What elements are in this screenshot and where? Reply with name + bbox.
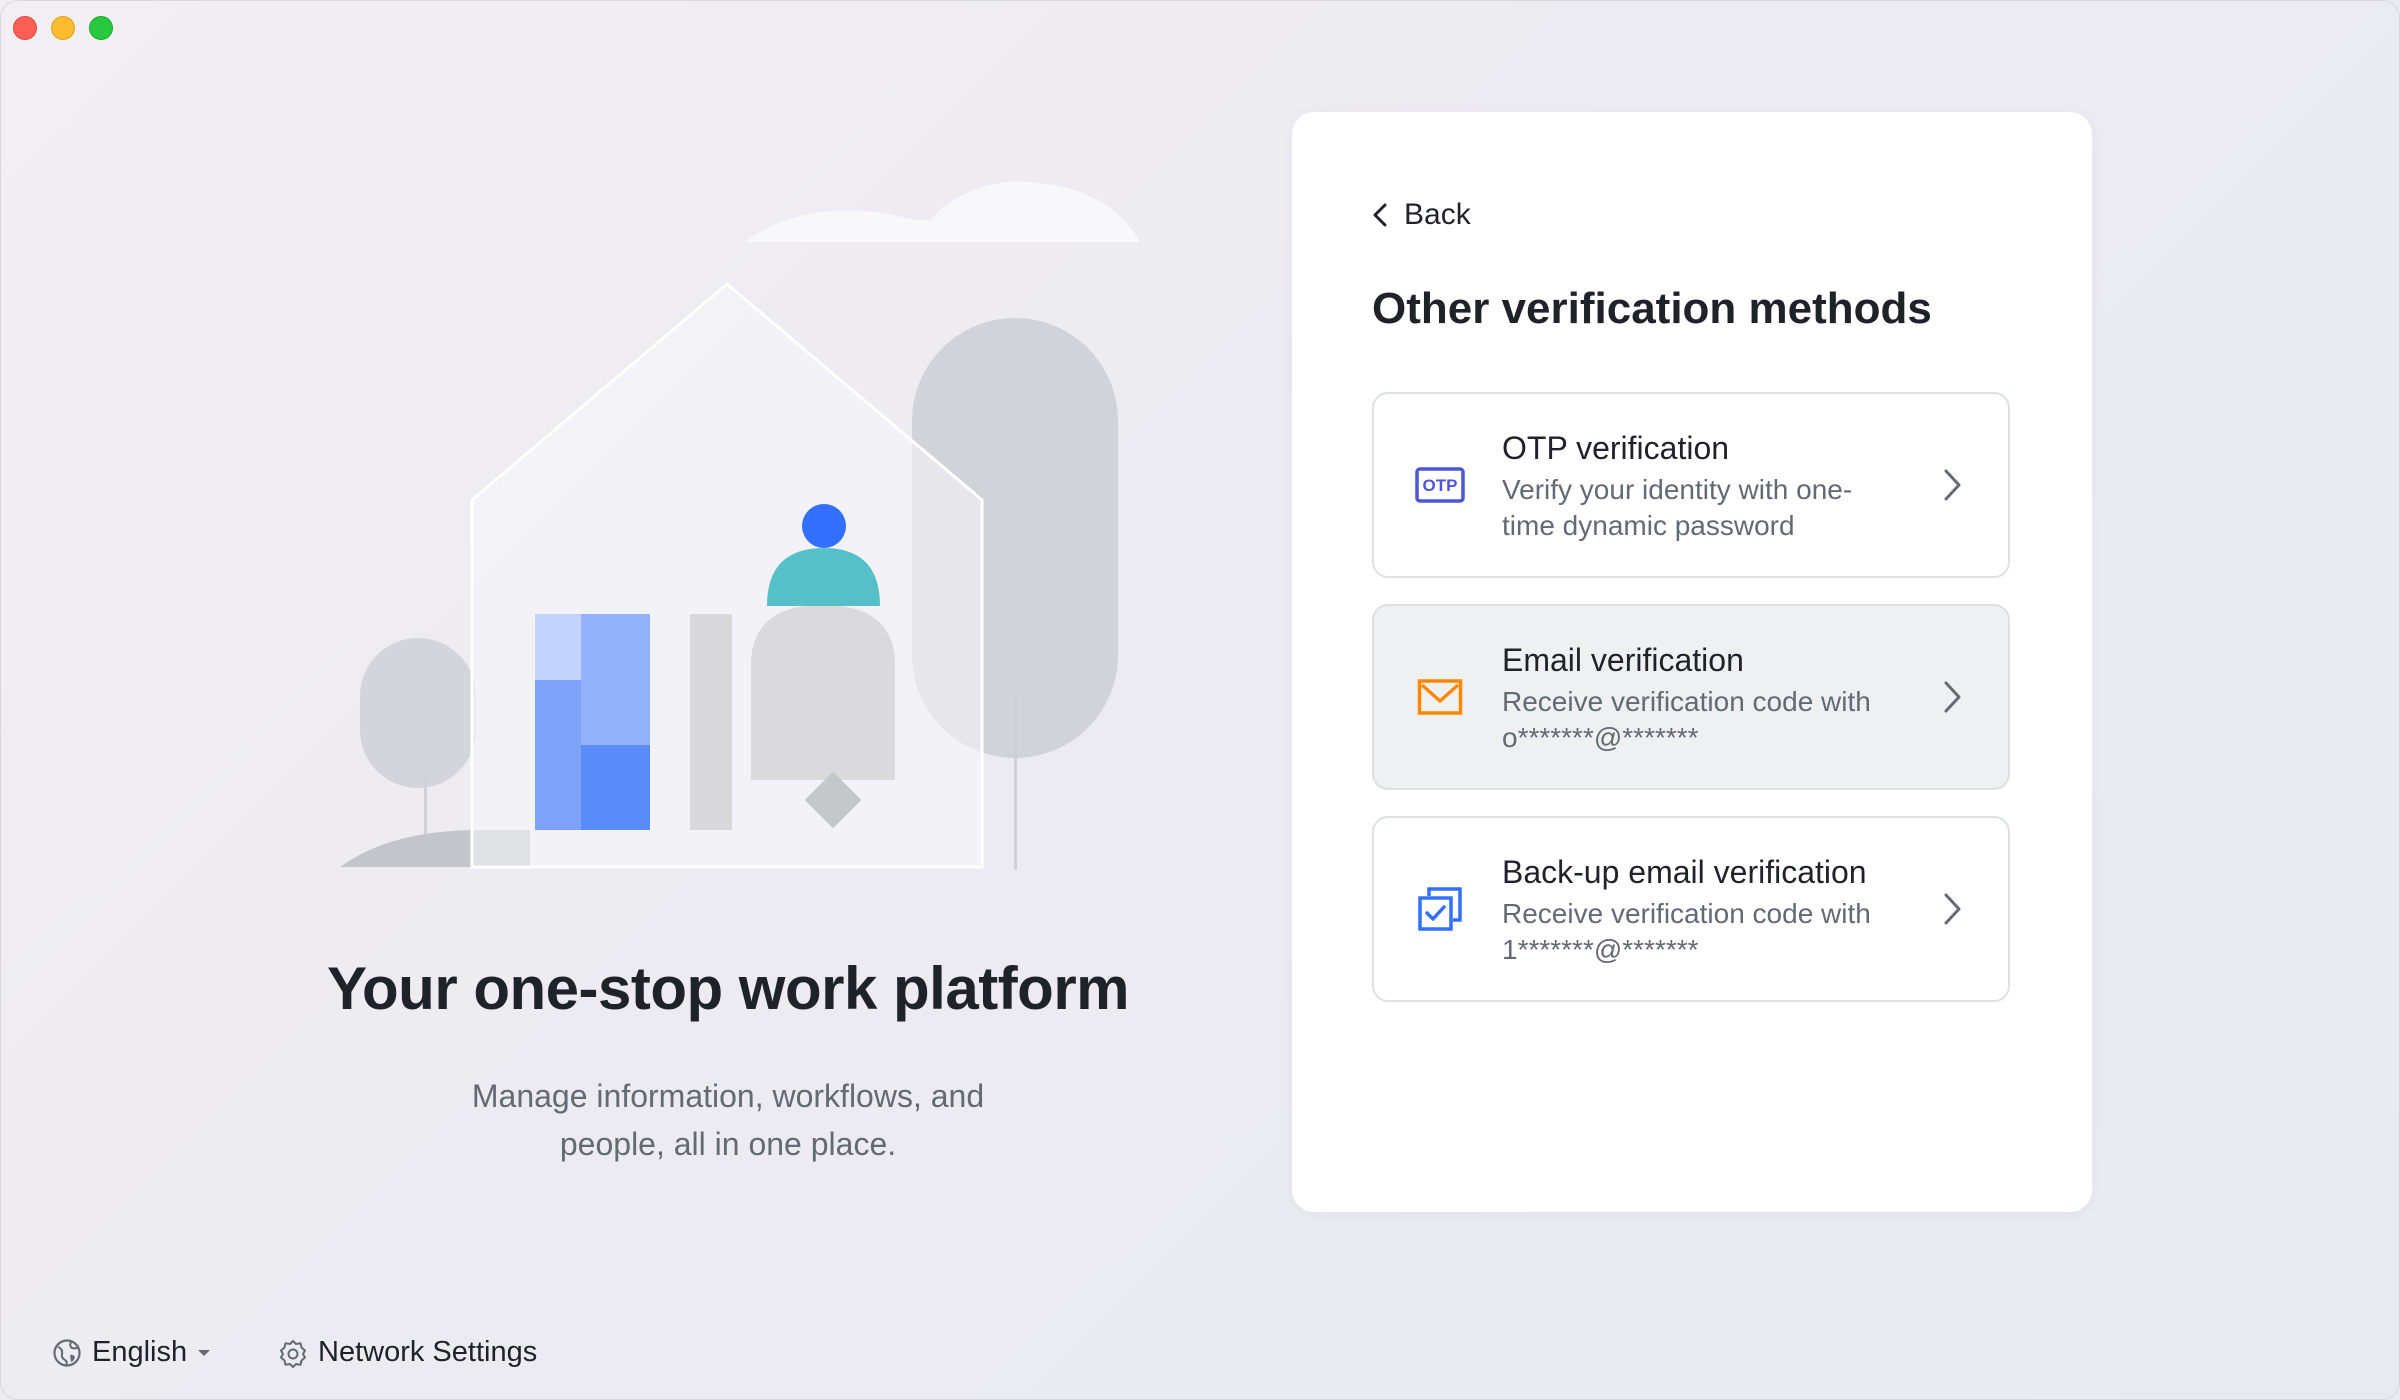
language-label: English	[92, 1336, 188, 1368]
verification-card: Back Other verification methods OTP OTP …	[1292, 112, 2092, 1212]
email-verification-option[interactable]: Email verification Receive verification …	[1372, 604, 2010, 790]
minimize-window-button[interactable]	[51, 16, 75, 40]
method-description: Receive verification code with 1*******@…	[1502, 896, 1922, 968]
caret-down-icon	[198, 1349, 211, 1356]
house-illustration	[340, 181, 1140, 870]
tree-left-shape	[360, 638, 476, 855]
cloud-shape	[745, 181, 1140, 242]
method-title: Email verification	[1502, 642, 1744, 678]
network-settings-button[interactable]: Network Settings	[278, 1336, 537, 1369]
close-window-button[interactable]	[13, 16, 37, 40]
back-label: Back	[1404, 198, 1471, 231]
method-description: Verify your identity with one- time dyna…	[1502, 472, 1922, 544]
panel-title: Other verification methods	[1372, 284, 1932, 333]
window-controls	[13, 16, 113, 40]
back-button[interactable]: Back	[1372, 198, 1471, 232]
method-description-line: Receive verification code with	[1502, 898, 1871, 929]
method-description-line: Verify your identity with one-	[1502, 474, 1853, 505]
hero-subtext: Manage information, workflows, and peopl…	[0, 1072, 1456, 1168]
gear-icon	[280, 1339, 306, 1368]
chevron-right-icon	[1944, 893, 1961, 925]
method-description-line: o*******@*******	[1502, 722, 1699, 753]
hero-subtext-line: people, all in one place.	[559, 1126, 897, 1162]
otp-verification-option[interactable]: OTP OTP verification Verify your identit…	[1372, 392, 2010, 578]
method-description: Receive verification code with o*******@…	[1502, 684, 1922, 756]
otp-icon-text: OTP	[1423, 476, 1458, 495]
chevron-right-icon	[1944, 681, 1961, 713]
hero-headline: Your one-stop work platform	[326, 955, 1130, 1022]
language-selector[interactable]: English	[52, 1336, 211, 1369]
network-settings-label: Network Settings	[318, 1336, 538, 1368]
method-description-line: Receive verification code with	[1502, 686, 1871, 717]
globe-icon	[53, 1338, 81, 1367]
maximize-window-button[interactable]	[89, 16, 113, 40]
chevron-left-icon	[1373, 203, 1387, 227]
door-blocks	[535, 614, 732, 830]
method-description-line: time dynamic password	[1502, 510, 1795, 541]
backup-email-verification-option[interactable]: Back-up email verification Receive verif…	[1372, 816, 2010, 1002]
method-title: OTP verification	[1502, 430, 1730, 466]
method-title: Back-up email verification	[1502, 854, 1867, 890]
hero-subtext-line: Manage information, workflows, and	[471, 1078, 985, 1114]
otp-icon: OTP	[1412, 457, 1468, 513]
chevron-right-icon	[1944, 469, 1961, 501]
envelope-icon	[1412, 669, 1468, 725]
backup-email-icon	[1412, 881, 1468, 937]
method-description-line: 1*******@*******	[1502, 934, 1699, 965]
